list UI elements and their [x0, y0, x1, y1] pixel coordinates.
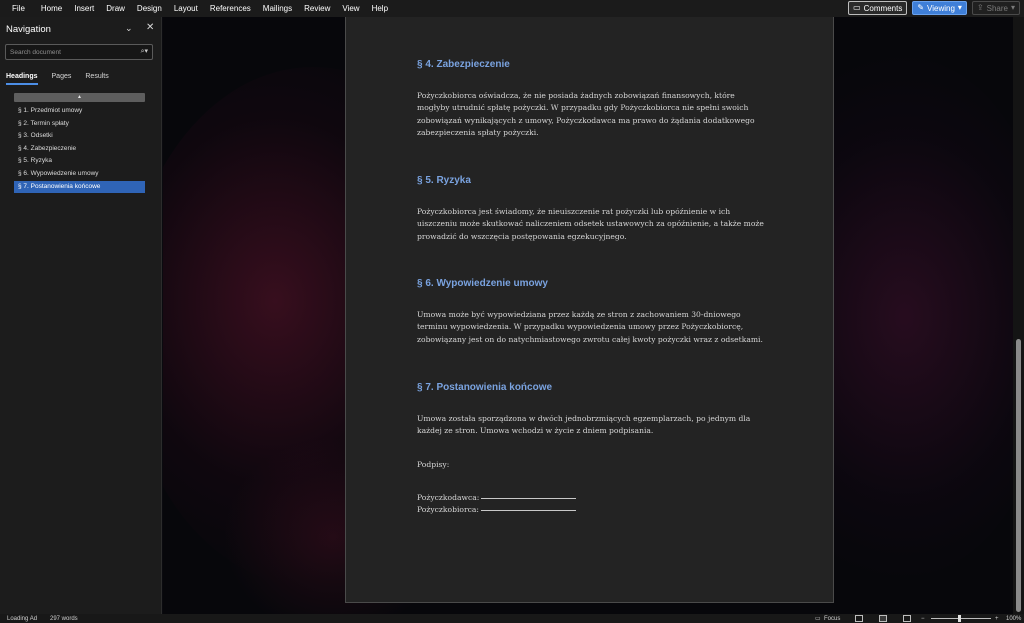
paragraph-section-5: Pożyczkobiorca jest świadomy, że nieuisz… [417, 207, 764, 241]
zoom-level[interactable]: 100% [1006, 615, 1021, 623]
status-bar: Loading Ad 297 words ▭ Focus − + 100% [0, 614, 1024, 623]
comments-button[interactable]: ▭ Comments [848, 1, 908, 15]
pane-options-chevron-icon[interactable]: ⌄ [125, 23, 133, 34]
vertical-scrollbar[interactable] [1013, 17, 1024, 614]
signature-line [480, 510, 576, 511]
heading-section-4[interactable]: § 4. Zabezpieczenie [417, 59, 510, 70]
search-icon[interactable]: ⌕▾ [141, 47, 148, 56]
menu-home[interactable]: Home [35, 0, 68, 17]
lender-signature-line: Pożyczkodawca: [417, 492, 577, 503]
menu-view[interactable]: View [336, 0, 365, 17]
collapse-headings-bar[interactable]: ▲ [14, 93, 145, 102]
menu-design[interactable]: Design [131, 0, 168, 17]
web-layout-icon[interactable] [903, 615, 911, 622]
paragraph-section-7: Umowa została sporządzona w dwóch jednob… [417, 414, 751, 436]
share-icon: ⇪ [976, 3, 984, 12]
comments-label: Comments [863, 3, 903, 13]
navigation-pane: Navigation ⌄ ✕ ⌕▾ Headings Pages Results ▲… [0, 17, 162, 614]
borrower-signature-line: Pożyczkobiorca: [417, 504, 576, 515]
document-page: § 4. Zabezpieczenie Pożyczkobiorca oświa… [345, 17, 834, 603]
toolbar-right: ▭ Comments ✎ Viewing ▾ ⇪ Share ▾ [848, 1, 1020, 15]
scrollbar-thumb[interactable] [1016, 339, 1021, 612]
nav-heading-item[interactable]: § 4. Zabezpieczenie [14, 143, 145, 156]
menu-references[interactable]: References [204, 0, 257, 17]
menu-mailings[interactable]: Mailings [257, 0, 298, 17]
nav-heading-item[interactable]: § 1. Przedmiot umowy [14, 105, 145, 118]
nav-heading-item[interactable]: § 5. Ryzyka [14, 155, 145, 168]
nav-heading-item[interactable]: § 2. Termin spłaty [14, 118, 145, 131]
signature-line [481, 498, 577, 499]
borrower-label: Pożyczkobiorca: [417, 505, 479, 514]
lender-label: Pożyczkodawca: [417, 493, 480, 502]
tab-results[interactable]: Results [85, 73, 108, 85]
chevron-down-icon: ▾ [957, 3, 962, 12]
heading-section-7[interactable]: § 7. Postanowienia końcowe [417, 382, 552, 393]
focus-button[interactable]: Focus [824, 615, 840, 623]
zoom-slider-thumb[interactable] [958, 615, 961, 622]
menu-file[interactable]: File [0, 0, 35, 17]
menu-review[interactable]: Review [298, 0, 336, 17]
read-mode-icon[interactable] [855, 615, 863, 622]
share-label: Share [986, 3, 1008, 13]
nav-heading-item[interactable]: § 7. Postanowienia końcowe [14, 180, 145, 194]
comment-icon: ▭ [853, 3, 861, 12]
nav-heading-item[interactable]: § 3. Odsetki [14, 130, 145, 143]
ribbon-menu-bar: File Home Insert Draw Design Layout References… [0, 0, 1024, 17]
headings-tree: ▲ § 1. Przedmiot umowy § 2. Termin spłaty… [14, 93, 145, 194]
heading-section-5[interactable]: § 5. Ryzyka [417, 175, 471, 186]
chevron-down-icon: ▾ [1010, 3, 1015, 12]
menu-layout[interactable]: Layout [168, 0, 204, 17]
heading-section-6[interactable]: § 6. Wypowiedzenie umowy [417, 278, 548, 289]
signatures-label: Podpisy: [417, 460, 450, 469]
search-input[interactable] [6, 45, 134, 59]
navigation-title: Navigation [6, 24, 51, 35]
viewing-label: Viewing [927, 3, 955, 13]
print-layout-icon[interactable] [879, 615, 887, 622]
menu-help[interactable]: Help [366, 0, 394, 17]
tab-pages[interactable]: Pages [52, 73, 72, 85]
menu-draw[interactable]: Draw [100, 0, 131, 17]
zoom-slider[interactable] [931, 618, 991, 619]
nav-heading-item[interactable]: § 6. Wypowiedzenie umowy [14, 168, 145, 181]
paragraph-section-6: Umowa może być wypowiedziana przez każdą… [417, 310, 763, 344]
tab-headings[interactable]: Headings [6, 73, 38, 85]
menu-insert[interactable]: Insert [68, 0, 100, 17]
paragraph-section-4: Pożyczkobiorca oświadcza, że nie posiada… [417, 91, 755, 138]
viewing-mode-button[interactable]: ✎ Viewing ▾ [912, 1, 967, 15]
navigation-tabs: Headings Pages Results [6, 73, 109, 85]
loading-ad-text: Loading Ad [7, 616, 38, 622]
zoom-out-icon[interactable]: − [921, 615, 925, 623]
word-count[interactable]: 297 words [50, 615, 78, 623]
search-box: ⌕▾ [5, 44, 153, 60]
pencil-icon: ✎ [917, 3, 925, 12]
close-icon[interactable]: ✕ [146, 22, 154, 33]
focus-icon[interactable]: ▭ [815, 615, 821, 623]
zoom-in-icon[interactable]: + [995, 615, 999, 623]
share-button[interactable]: ⇪ Share ▾ [971, 1, 1020, 15]
menu-tabs: File Home Insert Draw Design Layout References… [0, 0, 394, 17]
